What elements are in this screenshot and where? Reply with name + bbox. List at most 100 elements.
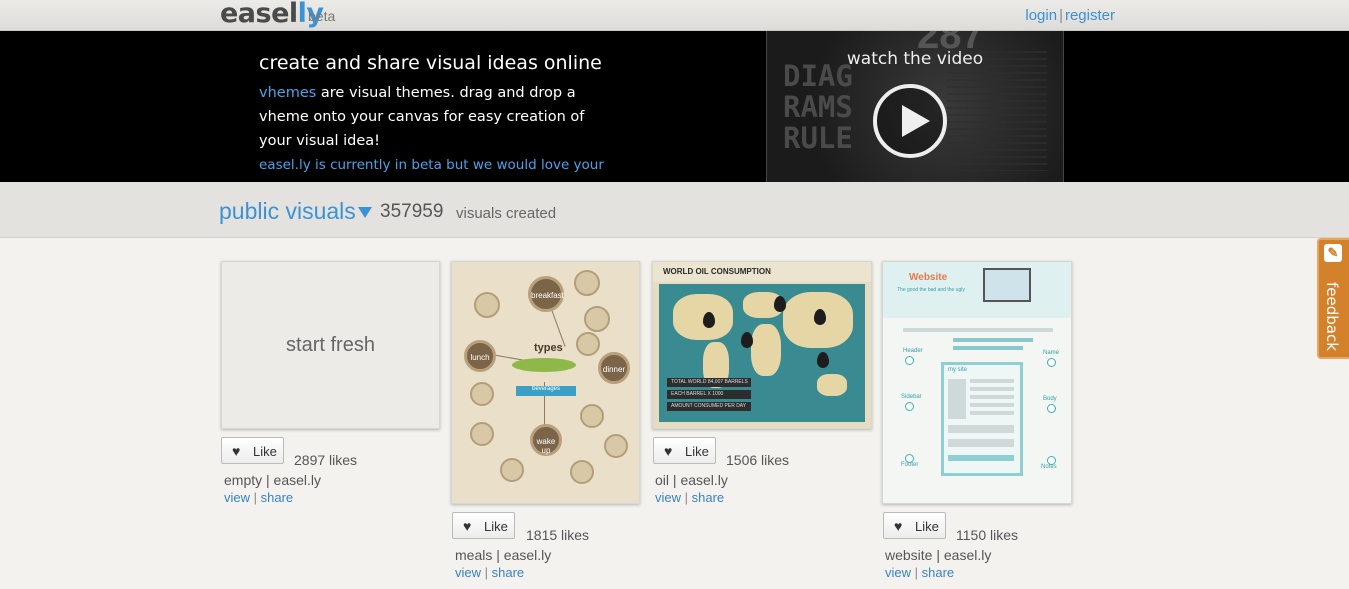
breakfast-node: breakfast (528, 276, 564, 312)
beta-label: beta (308, 8, 336, 24)
heart-icon: ♥ (664, 443, 673, 459)
auth-separator: | (1059, 7, 1063, 24)
video-bg-text: DIAG RAMS RULE (783, 59, 853, 155)
share-link[interactable]: share (492, 565, 525, 580)
hero-banner: create and share visual ideas online vhe… (0, 31, 1349, 182)
view-link[interactable]: view (885, 565, 911, 580)
types-label: types (534, 342, 563, 354)
mock-line (970, 387, 1014, 391)
meal-node (584, 306, 610, 332)
view-link[interactable]: view (655, 490, 681, 505)
feedback-tab[interactable]: ✎ feedback (1317, 238, 1349, 359)
dinner-label: dinner (602, 365, 626, 374)
visual-meta: oil | easel.ly (655, 472, 728, 488)
feedback-icon: ✎ (1324, 244, 1342, 262)
oil-stat-bar: TOTAL WORLD 84,007 BARRELS (667, 378, 751, 387)
beverages-label: beverages (532, 386, 561, 392)
heart-icon: ♥ (232, 443, 241, 459)
check-icon (1047, 358, 1056, 367)
visual-links: view | share (655, 490, 725, 505)
visual-owner: easel.ly (680, 472, 728, 488)
dinner-node: dinner (598, 352, 630, 384)
monitor-icon (983, 268, 1031, 302)
like-label: Like (685, 444, 709, 459)
website-thumbnail[interactable]: Website The good the bad and the ugly He… (882, 261, 1072, 504)
meal-node (470, 382, 494, 406)
oil-header: WORLD OIL CONSUMPTION (653, 262, 871, 282)
oil-drop-icon (814, 309, 826, 325)
hero-beta-note: easel.ly is currently in beta but we wou… (259, 157, 604, 173)
view-link[interactable]: view (224, 490, 250, 505)
login-link[interactable]: login (1025, 7, 1057, 24)
oil-drop-icon (703, 312, 715, 328)
meals-thumbnail[interactable]: breakfast lunch dinner types beverages w… (451, 261, 640, 504)
header-label: Header (903, 348, 923, 354)
share-link[interactable]: share (922, 565, 955, 580)
meal-node (474, 292, 500, 318)
like-label: Like (253, 444, 277, 459)
lunch-node: lunch (464, 340, 496, 372)
divider (903, 328, 1053, 332)
top-bar: easelly beta login | register (0, 0, 1349, 31)
text-line (953, 346, 1023, 350)
wake-up-label: wake up (536, 437, 556, 455)
mock-line (970, 411, 1014, 415)
likes-count: 1506 likes (726, 452, 790, 468)
like-button[interactable]: ♥ Like (221, 437, 284, 464)
share-link[interactable]: share (261, 490, 294, 505)
leaf-decoration (512, 358, 576, 372)
oil-stat-text: EACH BARREL X 1000 (671, 391, 724, 397)
meal-node (604, 434, 628, 458)
site-label: my site (948, 367, 968, 373)
meal-node (570, 460, 594, 484)
video-bg-lines (947, 51, 1047, 171)
website-title: Website (909, 272, 948, 283)
land-shape (817, 374, 847, 396)
visual-links: view | share (885, 565, 955, 580)
meal-node (574, 270, 600, 296)
like-button[interactable]: ♥ Like (452, 512, 515, 539)
meal-node (500, 458, 524, 482)
like-label: Like (484, 519, 508, 534)
oil-title: WORLD OIL CONSUMPTION (663, 267, 771, 276)
share-link[interactable]: share (692, 490, 725, 505)
vhemes-link[interactable]: vhemes (259, 85, 316, 101)
likes-count: 1815 likes (526, 527, 590, 543)
public-visuals-dropdown[interactable]: public visuals (219, 198, 356, 225)
video-panel[interactable]: DIAG RAMS RULE 287 watch the video (766, 31, 1064, 182)
check-icon (905, 356, 914, 365)
caret-down-icon[interactable] (358, 207, 372, 218)
oil-stat-text: TOTAL WORLD 84,007 BARRELS (671, 379, 748, 385)
website-subtitle: The good the bad and the ugly (897, 287, 965, 293)
start-fresh-thumbnail[interactable]: start fresh (221, 261, 440, 429)
heart-icon: ♥ (463, 518, 472, 534)
name-label: Name (1043, 350, 1060, 356)
visuals-count-label: visuals created (456, 205, 557, 222)
visual-owner: easel.ly (943, 547, 992, 563)
like-button[interactable]: ♥ Like (653, 437, 716, 464)
oil-stat-bar: AMOUNT CONSUMED PER DAY (667, 402, 751, 411)
oil-drop-icon (774, 296, 786, 312)
view-link[interactable]: view (455, 565, 481, 580)
visual-owner: easel.ly (503, 547, 552, 563)
meal-node (576, 332, 600, 356)
like-button[interactable]: ♥ Like (883, 512, 946, 539)
visual-owner: easel.ly (273, 472, 322, 488)
play-icon[interactable] (873, 84, 947, 158)
oil-drop-icon (817, 352, 829, 368)
mock-line (970, 395, 1014, 399)
visual-name: website (885, 547, 933, 563)
register-link[interactable]: register (1065, 7, 1115, 24)
feedback-label: feedback (1323, 282, 1341, 351)
oil-drop-icon (741, 332, 753, 348)
visual-meta: empty | easel.ly (224, 472, 322, 488)
likes-count: 1150 likes (956, 527, 1019, 543)
visual-meta: meals | easel.ly (455, 547, 552, 563)
check-icon (905, 454, 914, 463)
check-icon (1047, 456, 1056, 465)
hero-title: create and share visual ideas online (259, 52, 602, 74)
visual-name: oil (655, 472, 670, 488)
oil-thumbnail[interactable]: WORLD OIL CONSUMPTION TOTAL WORLD 84,007… (652, 261, 872, 429)
logo-text-a: easel (220, 0, 298, 29)
text-line (953, 338, 1033, 342)
